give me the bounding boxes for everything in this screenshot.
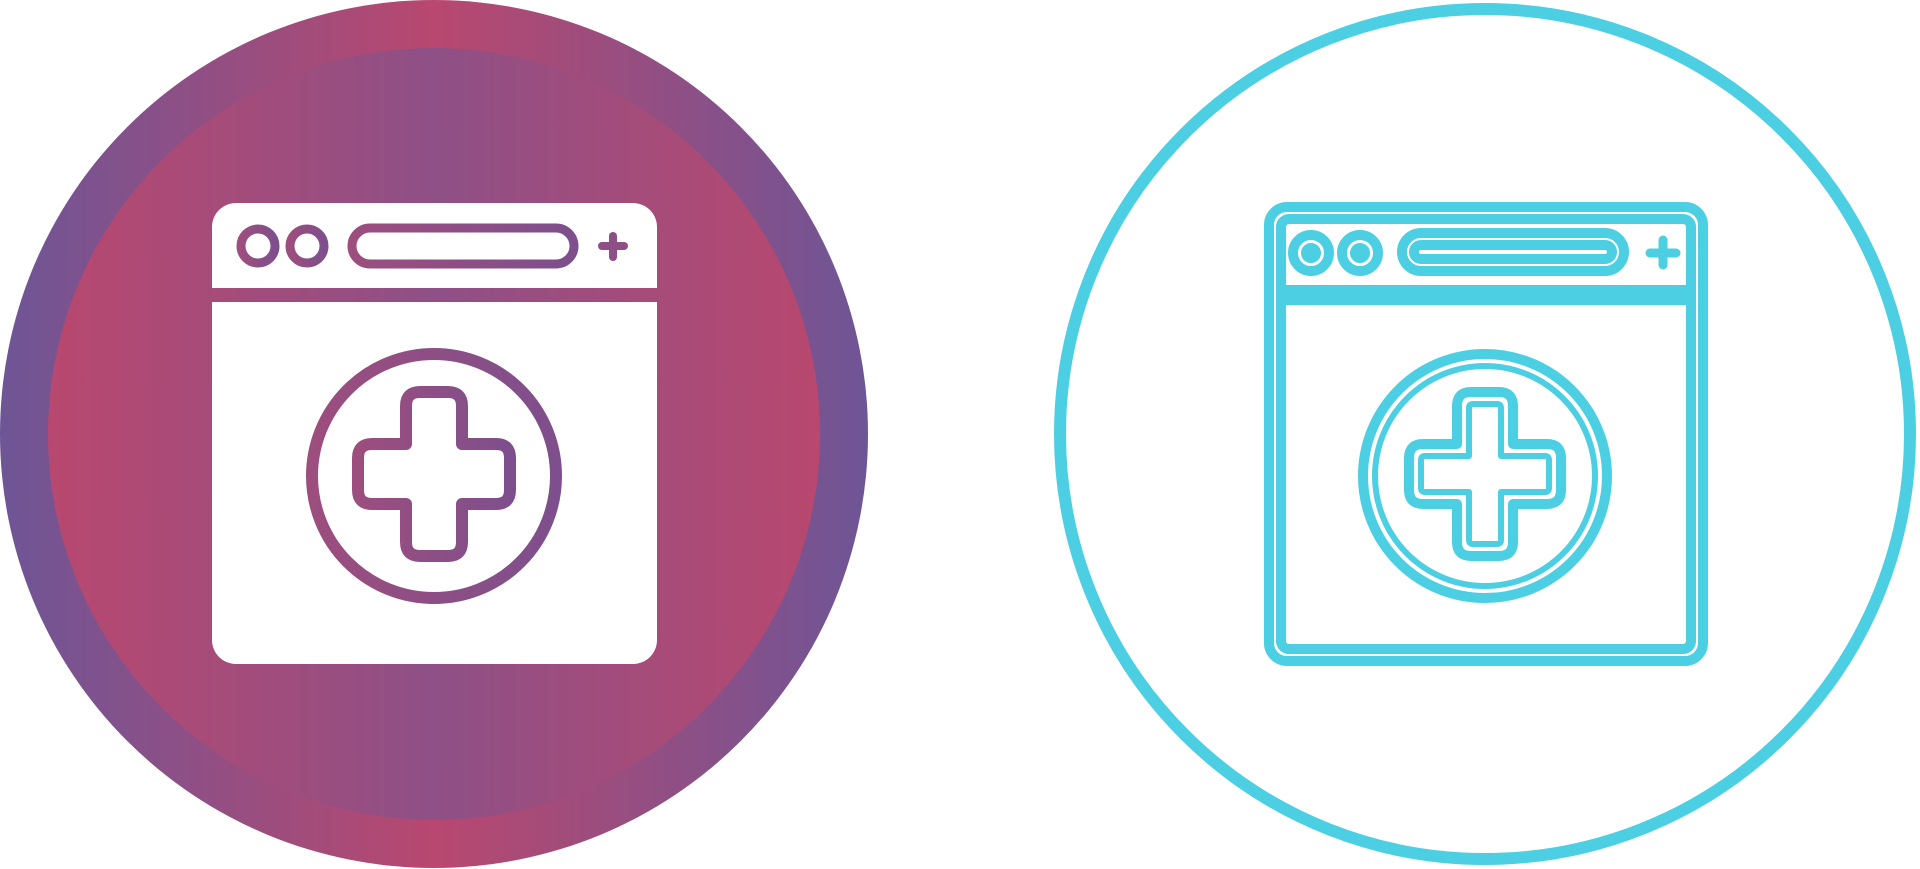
browser-body-top — [212, 302, 657, 342]
browser-header-bottom — [212, 250, 657, 288]
address-bar — [1397, 228, 1629, 276]
medical-browser-gradient-icon — [0, 0, 869, 869]
plus-small-icon — [1645, 235, 1681, 270]
medical-browser-gradient-svg — [0, 0, 868, 868]
medical-cross-icon — [1404, 387, 1566, 561]
outline-ring — [1054, 3, 1916, 865]
medical-browser-outline-icon — [1051, 0, 1920, 869]
icon-set — [0, 0, 1920, 869]
medical-browser-outline-svg — [1054, 3, 1916, 865]
